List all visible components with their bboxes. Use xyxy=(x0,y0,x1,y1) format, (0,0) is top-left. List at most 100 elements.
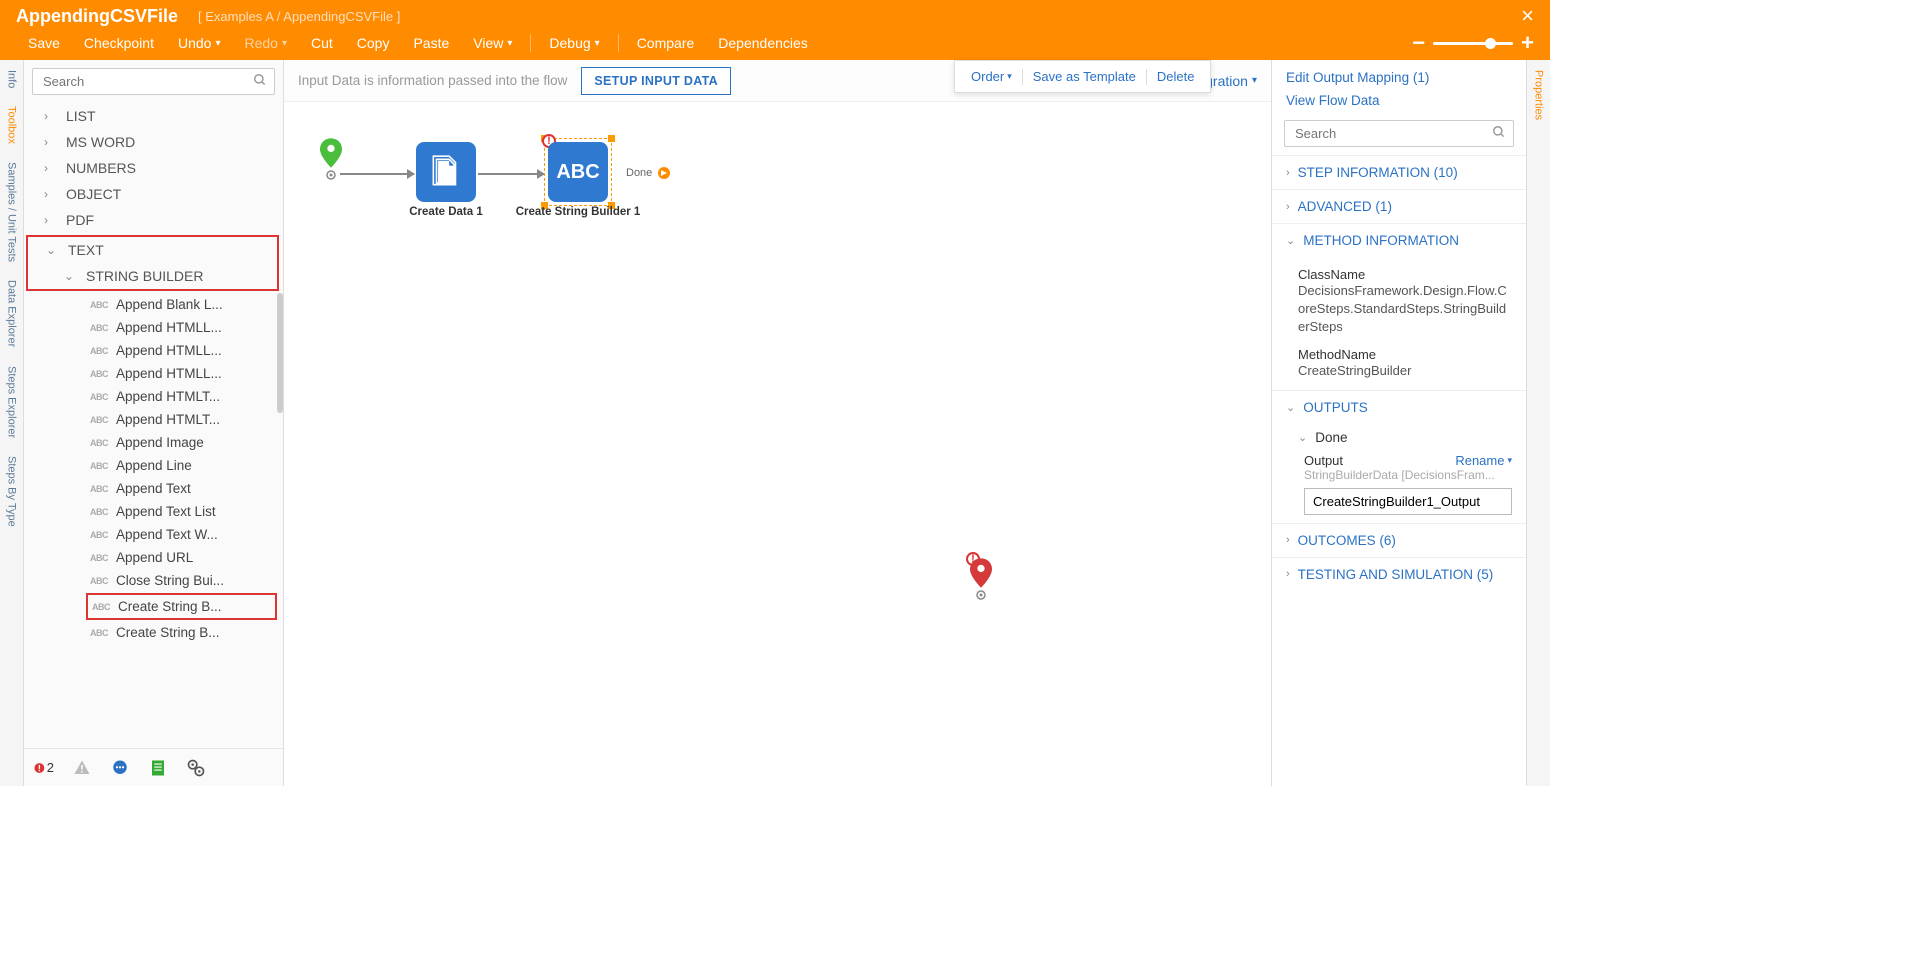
menu-separator xyxy=(530,34,531,52)
properties-search-input[interactable] xyxy=(1284,120,1514,147)
tree-leaf[interactable]: ABCAppend Image xyxy=(24,431,283,454)
rename-link[interactable]: Rename▾ xyxy=(1455,453,1512,468)
setup-input-data-button[interactable]: SETUP INPUT DATA xyxy=(581,67,731,95)
abc-icon: ABC xyxy=(90,415,108,425)
view-flow-data-link[interactable]: View Flow Data xyxy=(1272,89,1526,112)
ctx-order-button[interactable]: Order▾ xyxy=(963,65,1020,88)
tree-leaf[interactable]: ABCAppend HTMLT... xyxy=(24,408,283,431)
tab-data-explorer[interactable]: Data Explorer xyxy=(4,278,20,349)
chat-icon[interactable] xyxy=(110,758,130,778)
copy-button[interactable]: Copy xyxy=(345,29,402,57)
view-button[interactable]: View▾ xyxy=(461,29,524,57)
tree-group-text[interactable]: ⌄TEXT xyxy=(28,237,277,263)
ctx-delete-button[interactable]: Delete xyxy=(1149,65,1203,88)
tree-group-msword[interactable]: ›MS WORD xyxy=(24,129,283,155)
toolbox-search-input[interactable] xyxy=(32,68,275,95)
tree-group-numbers[interactable]: ›NUMBERS xyxy=(24,155,283,181)
chevron-down-icon: ▾ xyxy=(507,38,512,49)
section-advanced[interactable]: ›ADVANCED (1) xyxy=(1272,189,1526,223)
context-menu: Order▾ Save as Template Delete xyxy=(954,60,1211,93)
tree-leaf[interactable]: ABCAppend Blank L... xyxy=(24,293,283,316)
tree-leaf[interactable]: ABCAppend HTMLL... xyxy=(24,339,283,362)
tree-leaf[interactable]: ABCAppend Text xyxy=(24,477,283,500)
end-step[interactable] xyxy=(970,558,992,591)
section-outputs[interactable]: ⌄OUTPUTS xyxy=(1272,390,1526,424)
tree-leaf[interactable]: ABCCreate String B... xyxy=(24,621,283,644)
tab-steps-explorer[interactable]: Steps Explorer xyxy=(4,364,20,440)
output-type-hint: StringBuilderData [DecisionsFram... xyxy=(1272,468,1526,486)
tree-leaf[interactable]: ABCClose String Bui... xyxy=(24,569,283,592)
scrollbar[interactable] xyxy=(277,293,283,413)
redo-button[interactable]: Redo▾ xyxy=(232,29,299,57)
chevron-right-icon: › xyxy=(44,213,56,227)
cut-button[interactable]: Cut xyxy=(299,29,345,57)
node-label: Create Data 1 xyxy=(409,206,483,218)
compare-button[interactable]: Compare xyxy=(625,29,707,57)
chevron-right-icon: › xyxy=(1286,167,1290,179)
tab-samples[interactable]: Samples / Unit Tests xyxy=(4,160,20,264)
outputs-done-group[interactable]: ⌄Done xyxy=(1272,424,1526,449)
abc-icon: ABC xyxy=(90,438,108,448)
paste-button[interactable]: Paste xyxy=(401,29,461,57)
section-outcomes[interactable]: ›OUTCOMES (6) xyxy=(1272,523,1526,557)
tab-properties[interactable]: Properties xyxy=(1531,68,1547,122)
tree-group-pdf[interactable]: ›PDF xyxy=(24,207,283,233)
tab-toolbox[interactable]: Toolbox xyxy=(4,104,20,146)
tree-group-string-builder[interactable]: ⌄STRING BUILDER xyxy=(28,263,277,289)
tree-group-list[interactable]: ›LIST xyxy=(24,103,283,129)
chevron-right-icon: › xyxy=(1286,201,1290,213)
tree-leaf[interactable]: ABCAppend URL xyxy=(24,546,283,569)
abc-icon: ABC xyxy=(90,576,108,586)
abc-icon: ABC xyxy=(90,553,108,563)
tree-group-object[interactable]: ›OBJECT xyxy=(24,181,283,207)
output-name-input[interactable] xyxy=(1304,488,1512,515)
tree-leaf[interactable]: ABCAppend Text W... xyxy=(24,523,283,546)
tab-steps-by-type[interactable]: Steps By Type xyxy=(4,454,20,529)
flow-canvas[interactable]: Create Data 1 ! ABC Create String Builde… xyxy=(284,102,1271,786)
undo-button[interactable]: Undo▾ xyxy=(166,29,233,57)
tree-leaf-create-string-builder[interactable]: ABCCreate String B... xyxy=(88,595,275,618)
toolbox-panel: ›LIST ›MS WORD ›NUMBERS ›OBJECT ›PDF ⌄TE… xyxy=(24,60,284,786)
section-step-information[interactable]: ›STEP INFORMATION (10) xyxy=(1272,155,1526,189)
right-rail: Properties xyxy=(1526,60,1550,786)
done-outcome-icon[interactable] xyxy=(658,167,670,179)
tree-leaf[interactable]: ABCAppend Line xyxy=(24,454,283,477)
start-step[interactable] xyxy=(320,138,342,171)
warning-icon[interactable] xyxy=(72,758,92,778)
status-bar: 2 xyxy=(24,748,283,786)
document-icon[interactable] xyxy=(148,758,168,778)
abc-icon: ABC xyxy=(92,602,110,612)
tree-leaf[interactable]: ABCAppend HTMLL... xyxy=(24,362,283,385)
chevron-down-icon: ⌄ xyxy=(46,243,58,257)
abc-icon: ABC xyxy=(90,484,108,494)
search-icon xyxy=(253,73,267,90)
save-button[interactable]: Save xyxy=(16,29,72,57)
chevron-down-icon: ⌄ xyxy=(1286,234,1295,247)
dependencies-button[interactable]: Dependencies xyxy=(706,29,820,57)
methodname-value: CreateStringBuilder xyxy=(1298,362,1512,380)
error-count-icon[interactable]: 2 xyxy=(34,758,54,778)
zoom-slider[interactable] xyxy=(1433,42,1513,45)
main-menu: Save Checkpoint Undo▾ Redo▾ Cut Copy Pas… xyxy=(0,26,1550,60)
edit-output-mapping-link[interactable]: Edit Output Mapping (1) xyxy=(1272,66,1526,89)
tree-leaf[interactable]: ABCAppend HTMLL... xyxy=(24,316,283,339)
tree-leaf[interactable]: ABCAppend HTMLT... xyxy=(24,385,283,408)
section-method-information[interactable]: ⌄METHOD INFORMATION xyxy=(1272,223,1526,257)
chevron-down-icon: ⌄ xyxy=(1298,431,1307,444)
create-data-step[interactable]: Create Data 1 xyxy=(416,142,476,202)
checkpoint-button[interactable]: Checkpoint xyxy=(72,29,166,57)
ctx-save-template-button[interactable]: Save as Template xyxy=(1025,65,1144,88)
create-string-builder-step[interactable]: ABC Create String Builder 1 xyxy=(548,142,608,202)
tab-info[interactable]: Info xyxy=(4,68,20,90)
gear-icon[interactable] xyxy=(186,758,206,778)
tree-leaf[interactable]: ABCAppend Text List xyxy=(24,500,283,523)
chevron-down-icon: ▾ xyxy=(1252,75,1257,86)
abc-icon: ABC xyxy=(90,300,108,310)
zoom-in-button[interactable]: + xyxy=(1521,30,1534,56)
zoom-out-button[interactable]: − xyxy=(1412,30,1425,56)
canvas-area: Input Data is information passed into th… xyxy=(284,60,1271,786)
chevron-down-icon: ▾ xyxy=(1007,71,1012,82)
debug-button[interactable]: Debug▾ xyxy=(537,29,611,57)
menu-separator xyxy=(618,34,619,52)
section-testing[interactable]: ›TESTING AND SIMULATION (5) xyxy=(1272,557,1526,591)
